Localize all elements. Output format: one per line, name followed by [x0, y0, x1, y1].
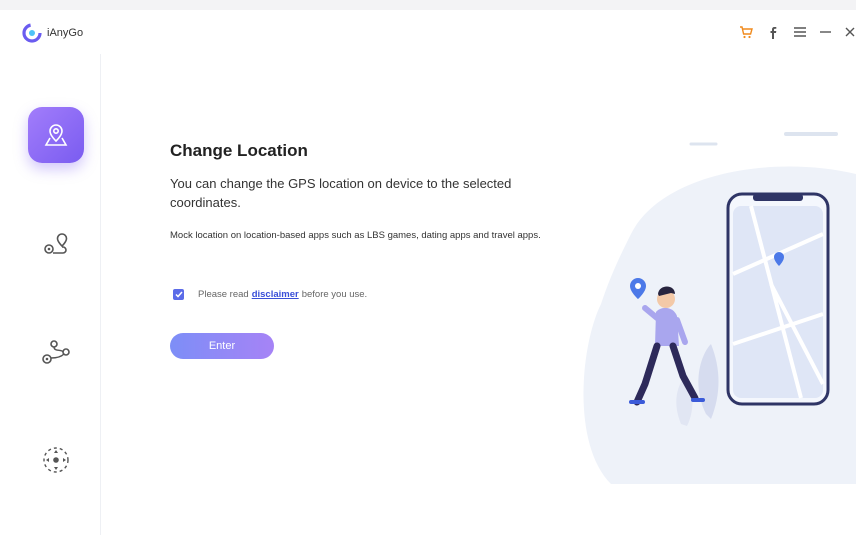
checkmark-icon	[174, 291, 183, 298]
agreement-prefix: Please read	[198, 289, 249, 300]
location-pin-icon	[44, 124, 68, 146]
cart-icon	[740, 25, 753, 38]
sidebar-item-change-location[interactable]	[28, 107, 84, 163]
sidebar	[0, 54, 101, 535]
menu-icon	[794, 27, 806, 37]
menu-button[interactable]	[790, 22, 810, 42]
close-button[interactable]	[840, 22, 856, 42]
app-logo-icon	[22, 23, 42, 43]
page-title: Change Location	[170, 141, 308, 160]
window-top-strip	[0, 0, 856, 10]
minimize-button[interactable]	[815, 22, 835, 42]
sidebar-item-two-spot[interactable]	[28, 217, 84, 273]
app-name: iAnyGo	[47, 27, 84, 39]
disclaimer-link[interactable]: disclaimer	[252, 289, 299, 300]
sidebar-item-joystick[interactable]	[28, 432, 84, 488]
disclaimer-agreement: Please read disclaimer before you use.	[173, 289, 367, 300]
title-bar: iAnyGo	[0, 10, 856, 54]
main-panel: Change Location You can change the GPS l…	[101, 54, 856, 535]
phone-notch	[753, 194, 803, 201]
page-description: You can change the GPS location on devic…	[170, 176, 512, 210]
route-pins-icon	[44, 233, 68, 254]
minimize-icon	[819, 31, 831, 33]
joystick-icon	[43, 447, 69, 473]
disclaimer-checkbox[interactable]	[173, 289, 184, 300]
facebook-button[interactable]	[763, 22, 783, 42]
multi-route-icon	[42, 340, 70, 364]
close-icon	[845, 27, 855, 37]
cart-button[interactable]	[736, 22, 756, 42]
enter-button[interactable]: Enter	[170, 333, 274, 359]
feature-note: Mock location on location-based apps suc…	[170, 230, 541, 241]
sidebar-item-multi-spot[interactable]	[28, 325, 84, 381]
agreement-suffix: before you use.	[301, 289, 368, 300]
location-illustration	[583, 132, 856, 484]
facebook-icon	[770, 26, 777, 39]
